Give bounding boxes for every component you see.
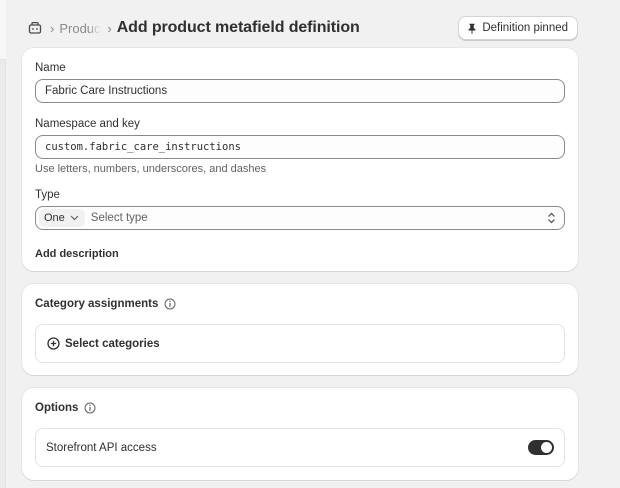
options-card: Options Storefront API access [22, 388, 578, 480]
name-field[interactable]: Fabric Care Instructions [35, 79, 565, 103]
type-select[interactable]: One Select type [35, 206, 565, 230]
type-cardinality-select[interactable]: One [39, 209, 85, 227]
select-chevrons-icon [548, 212, 555, 224]
info-icon[interactable] [164, 298, 176, 310]
storefront-api-row: Storefront API access [35, 428, 565, 467]
select-categories-label: Select categories [65, 337, 160, 350]
namespace-key-label: Namespace and key [35, 118, 140, 130]
left-rail-cap [0, 0, 6, 60]
info-icon[interactable] [84, 402, 96, 414]
chevron-down-icon [70, 215, 79, 221]
namespace-key-value: custom.fabric_care_instructions [45, 141, 241, 153]
add-description-link[interactable]: Add description [35, 248, 119, 260]
storefront-api-label: Storefront API access [46, 441, 157, 454]
type-label: Type [35, 189, 60, 201]
type-cardinality-value: One [44, 212, 65, 224]
page-header: › Products › Add product metafield defin… [22, 12, 578, 44]
toggle-knob [541, 442, 552, 453]
definition-pinned-button[interactable]: Definition pinned [458, 16, 578, 40]
breadcrumb-chevron-icon: › [50, 20, 55, 36]
namespace-help-text: Use letters, numbers, underscores, and d… [35, 163, 267, 175]
plus-circle-icon [47, 337, 60, 350]
breadcrumb-products-link[interactable]: Products [59, 21, 101, 36]
definition-pinned-label: Definition pinned [482, 22, 568, 34]
page-title: Add product metafield definition [116, 19, 360, 36]
options-label: Options [35, 402, 79, 414]
definition-card: Name Fabric Care Instructions Namespace … [22, 48, 578, 271]
namespace-key-field[interactable]: custom.fabric_care_instructions [35, 135, 565, 159]
category-assignments-title: Category assignments [35, 298, 176, 310]
metafield-store-icon[interactable] [26, 19, 44, 37]
name-label: Name [35, 62, 66, 74]
name-value: Fabric Care Instructions [45, 85, 168, 97]
category-assignments-label: Category assignments [35, 298, 159, 310]
type-select-placeholder: Select type [90, 212, 148, 224]
pin-icon [468, 23, 476, 34]
category-assignments-card: Category assignments Select categories [22, 284, 578, 375]
options-title: Options [35, 402, 96, 414]
select-categories-button[interactable]: Select categories [35, 324, 565, 363]
storefront-api-toggle[interactable] [528, 440, 554, 455]
left-rail [0, 0, 6, 488]
breadcrumb-chevron-icon: › [107, 20, 112, 36]
